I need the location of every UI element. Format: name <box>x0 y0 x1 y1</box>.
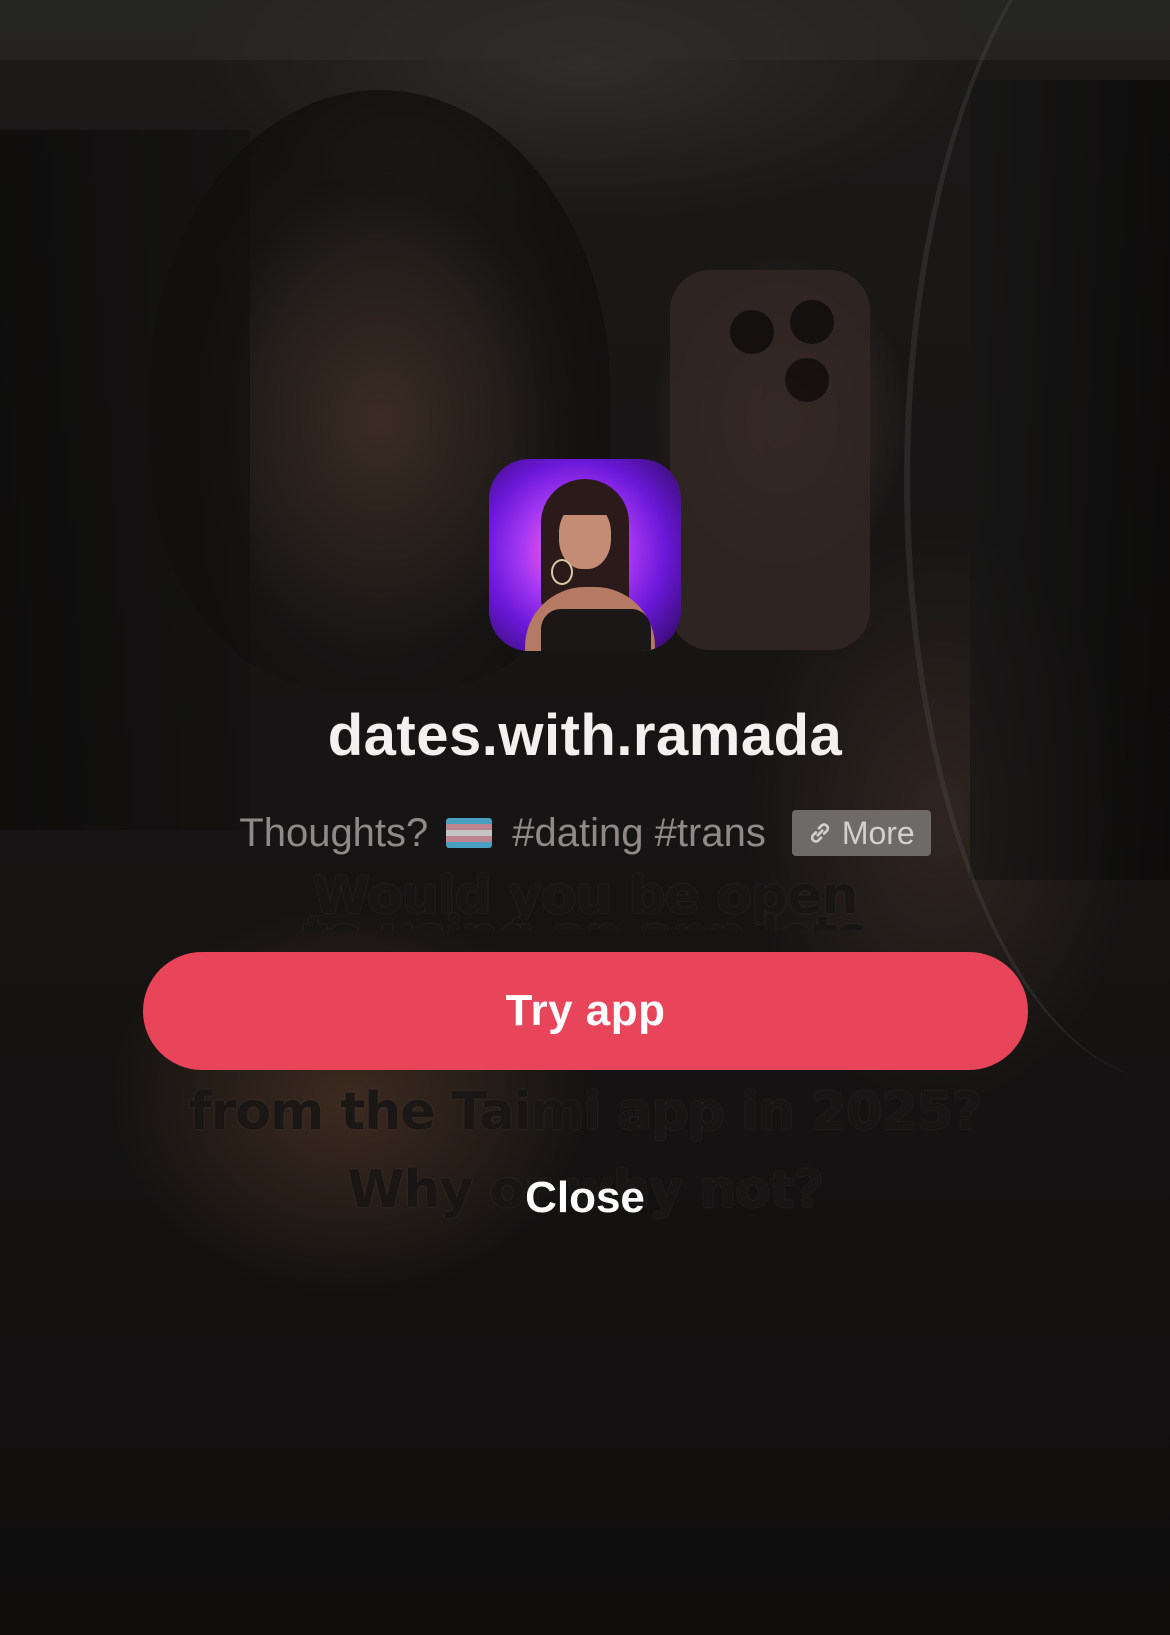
app-preview-screen: Would you be open to using an app lets f… <box>0 0 1170 1635</box>
app-icon <box>489 459 681 651</box>
description-text: Thoughts? <box>239 810 429 855</box>
app-description: Thoughts? #dating #trans More <box>0 810 1170 856</box>
transgender-flag-icon <box>446 818 493 848</box>
link-icon <box>810 823 829 843</box>
app-name: dates.with.ramada <box>327 703 843 768</box>
try-app-button[interactable]: Try app <box>143 952 1028 1070</box>
more-label: More <box>841 814 915 851</box>
hashtags[interactable]: #dating #trans <box>512 811 766 856</box>
more-link-chip[interactable]: More <box>791 810 931 856</box>
close-button[interactable]: Close <box>485 1168 685 1228</box>
